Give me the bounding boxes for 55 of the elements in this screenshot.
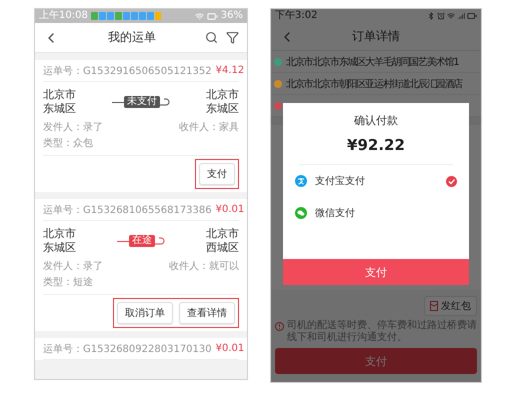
battery-icon <box>206 10 218 22</box>
page-title: 订单详情 <box>351 28 401 45</box>
envelope-icon <box>430 301 438 311</box>
search-icon[interactable] <box>205 31 218 44</box>
receiver-label: 收件人：家具 <box>179 120 239 134</box>
order-action-button[interactable]: 支付 <box>199 163 235 185</box>
destination-city: 东城区 <box>206 102 239 116</box>
battery-icon <box>467 11 477 21</box>
chat-logo-icon <box>295 207 307 219</box>
type-label: 类型：众包 <box>43 136 94 150</box>
payment-method-label: 微信支付 <box>315 206 356 220</box>
address-text: 北京市北京市东城区大羊毛胡同国艺美术馆1 <box>286 56 458 68</box>
status-tag: 未支付 <box>124 96 160 108</box>
destination-city: 北京市 <box>206 88 239 102</box>
status-tag: 在途 <box>129 235 155 247</box>
origin-city: 东城区 <box>43 241 76 255</box>
filter-icon[interactable] <box>226 31 239 44</box>
order-price: ¥0.01 <box>216 343 244 354</box>
payment-method-label: 支付宝支付 <box>315 174 366 188</box>
gift-envelope-button[interactable]: 发红包 <box>424 296 477 316</box>
waybill-number: 运单号：G1532680922803170130 <box>43 342 212 356</box>
confirm-pay-button[interactable]: 支付 <box>283 259 469 285</box>
status-time: 下午3:02 <box>275 11 318 21</box>
wifi-icon <box>447 12 455 20</box>
info-icon <box>275 322 284 331</box>
address-text: 北京市北京市朝阳区亚运村街道北辰汇园酒店 <box>286 78 462 90</box>
waybill-number: 运单号：G1532681065568173386 <box>43 204 212 216</box>
wifi-icon <box>194 12 204 20</box>
signal-icon <box>457 12 465 20</box>
bluetooth-icon <box>427 12 435 20</box>
page-title: 我的运单 <box>107 29 157 46</box>
sender-label: 发件人：录了 <box>43 260 103 273</box>
payment-method[interactable]: 微信支付 <box>283 197 469 229</box>
destination-city: 北京市 <box>206 227 239 241</box>
payment-method[interactable]: 支付宝支付 <box>283 165 469 197</box>
receiver-label: 收件人：就可以 <box>169 260 239 273</box>
origin-city: 东城区 <box>43 102 76 116</box>
destination-city: 西城区 <box>206 241 239 255</box>
type-label: 类型：短途 <box>43 276 94 289</box>
order-price: ¥4.12 <box>216 65 244 76</box>
payment-logo-icon <box>295 175 307 187</box>
alarm-icon <box>437 12 445 20</box>
notice-text: 司机的配送等时费、停车费和过路过桥费请线下和司机进行沟通支付。 <box>287 320 477 344</box>
origin-city: 北京市 <box>43 88 76 102</box>
battery-level: 36% <box>220 11 243 21</box>
waybill-number: 运单号：G1532916506505121352 <box>43 64 212 78</box>
dialog-title: 确认付款 <box>353 113 399 128</box>
notification-icons <box>90 12 161 20</box>
order-action-button[interactable]: 查看详情 <box>179 302 235 324</box>
order-price: ¥0.01 <box>216 204 244 215</box>
order-action-button[interactable]: 取消订单 <box>117 302 173 324</box>
origin-city: 北京市 <box>43 227 76 241</box>
sender-label: 发件人：录了 <box>43 121 103 134</box>
status-time: 上午10:08 <box>39 11 88 21</box>
payment-amount: ¥92.22 <box>299 128 453 165</box>
